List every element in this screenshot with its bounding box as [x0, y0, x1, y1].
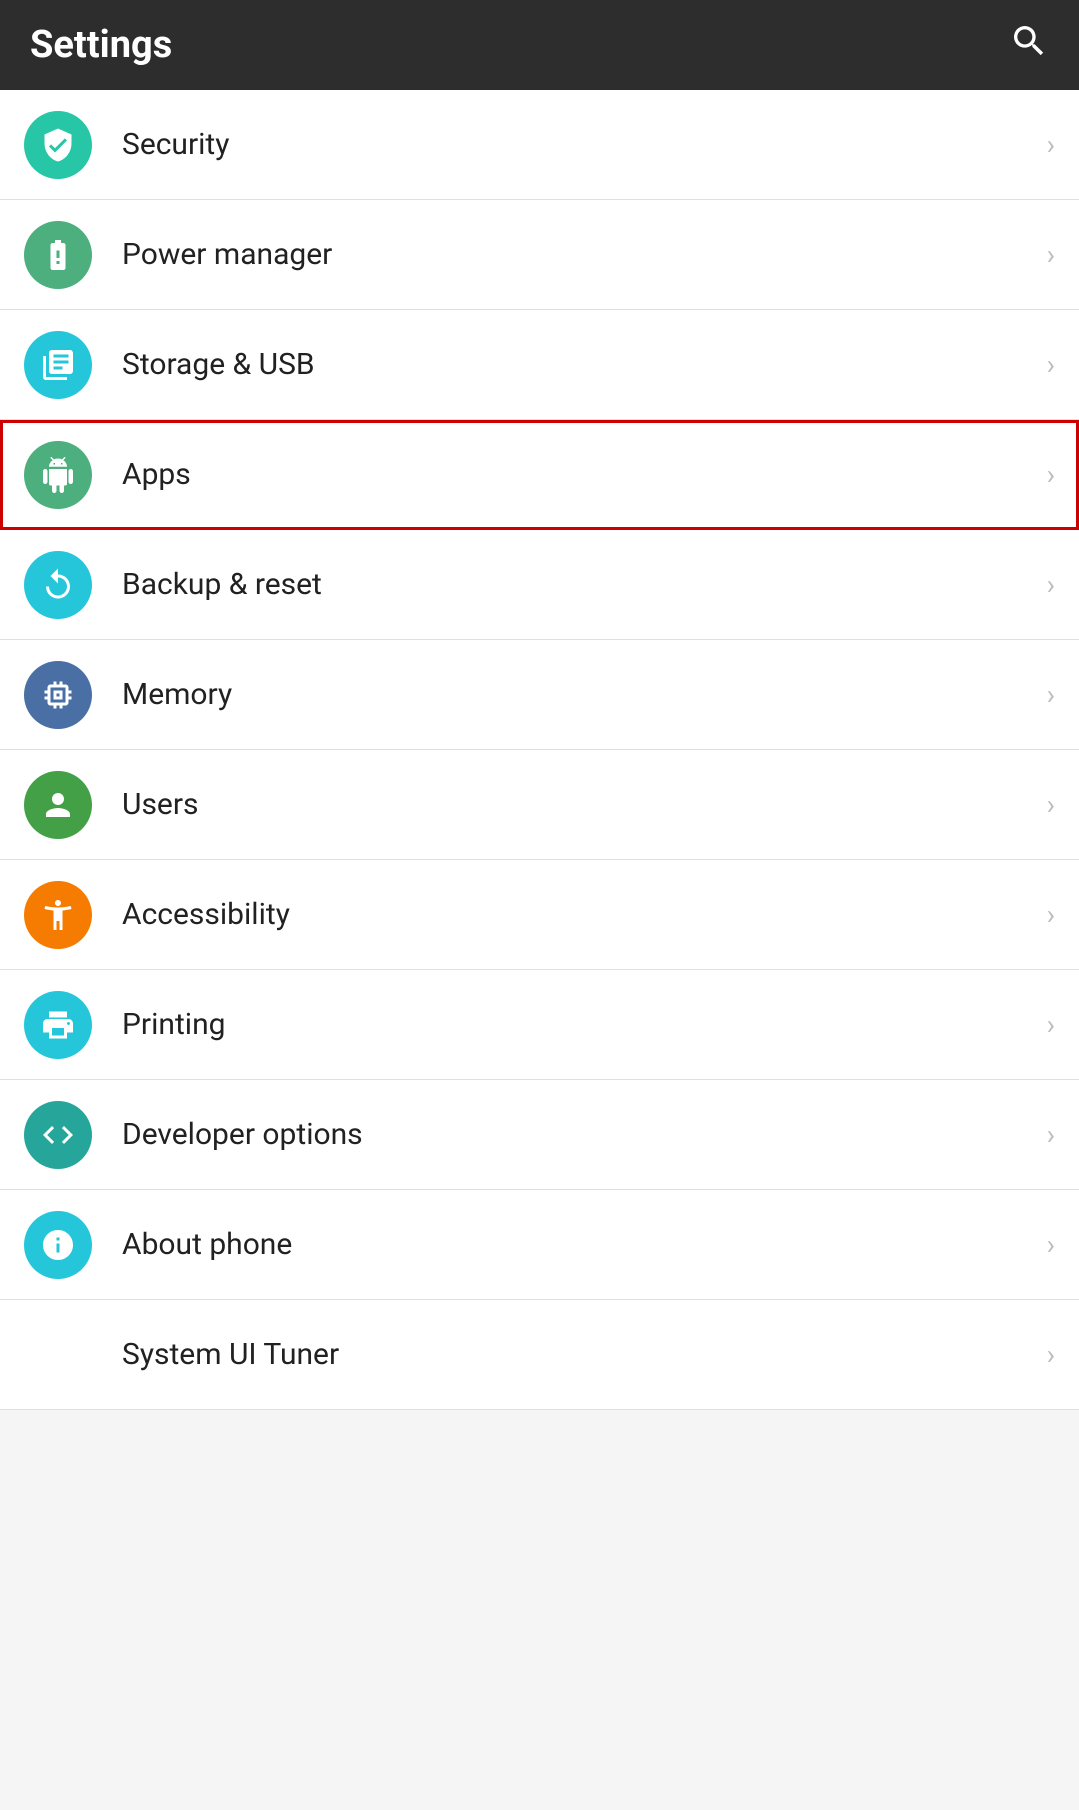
settings-item-storage-usb[interactable]: Storage & USB ›	[0, 310, 1079, 420]
developer-options-label: Developer options	[122, 1117, 1037, 1152]
accessibility-label: Accessibility	[122, 897, 1037, 932]
settings-item-accessibility[interactable]: Accessibility ›	[0, 860, 1079, 970]
accessibility-chevron: ›	[1047, 898, 1055, 931]
apps-label: Apps	[122, 457, 1037, 492]
settings-item-power-manager[interactable]: Power manager ›	[0, 200, 1079, 310]
settings-item-memory[interactable]: Memory ›	[0, 640, 1079, 750]
settings-item-backup-reset[interactable]: Backup & reset ›	[0, 530, 1079, 640]
power-manager-label: Power manager	[122, 237, 1037, 272]
storage-usb-chevron: ›	[1047, 348, 1055, 381]
developer-options-icon	[24, 1101, 92, 1169]
storage-usb-icon	[24, 331, 92, 399]
system-ui-tuner-label: System UI Tuner	[122, 1337, 1037, 1372]
backup-reset-icon	[24, 551, 92, 619]
settings-item-developer-options[interactable]: Developer options ›	[0, 1080, 1079, 1190]
about-phone-label: About phone	[122, 1227, 1037, 1262]
printing-label: Printing	[122, 1007, 1037, 1042]
apps-chevron: ›	[1047, 458, 1055, 491]
storage-usb-label: Storage & USB	[122, 347, 1037, 382]
users-icon	[24, 771, 92, 839]
about-phone-icon	[24, 1211, 92, 1279]
page-title: Settings	[30, 23, 172, 67]
power-manager-chevron: ›	[1047, 238, 1055, 271]
backup-reset-chevron: ›	[1047, 568, 1055, 601]
settings-list: Security › Power manager › Storage & USB…	[0, 90, 1079, 1410]
printing-chevron: ›	[1047, 1008, 1055, 1041]
accessibility-icon	[24, 881, 92, 949]
apps-icon	[24, 441, 92, 509]
settings-item-users[interactable]: Users ›	[0, 750, 1079, 860]
security-chevron: ›	[1047, 128, 1055, 161]
developer-options-chevron: ›	[1047, 1118, 1055, 1151]
settings-item-system-ui-tuner[interactable]: System UI Tuner ›	[0, 1300, 1079, 1410]
search-icon[interactable]	[1009, 21, 1049, 70]
backup-reset-label: Backup & reset	[122, 567, 1037, 602]
settings-item-apps[interactable]: Apps ›	[0, 420, 1079, 530]
settings-item-about-phone[interactable]: About phone ›	[0, 1190, 1079, 1300]
power-manager-icon	[24, 221, 92, 289]
system-ui-tuner-chevron: ›	[1047, 1338, 1055, 1371]
security-icon	[24, 111, 92, 179]
users-chevron: ›	[1047, 788, 1055, 821]
security-label: Security	[122, 127, 1037, 162]
settings-item-printing[interactable]: Printing ›	[0, 970, 1079, 1080]
app-header: Settings	[0, 0, 1079, 90]
memory-chevron: ›	[1047, 678, 1055, 711]
about-phone-chevron: ›	[1047, 1228, 1055, 1261]
settings-item-security[interactable]: Security ›	[0, 90, 1079, 200]
printing-icon	[24, 991, 92, 1059]
memory-icon	[24, 661, 92, 729]
users-label: Users	[122, 787, 1037, 822]
memory-label: Memory	[122, 677, 1037, 712]
system-ui-tuner-icon	[24, 1321, 92, 1389]
